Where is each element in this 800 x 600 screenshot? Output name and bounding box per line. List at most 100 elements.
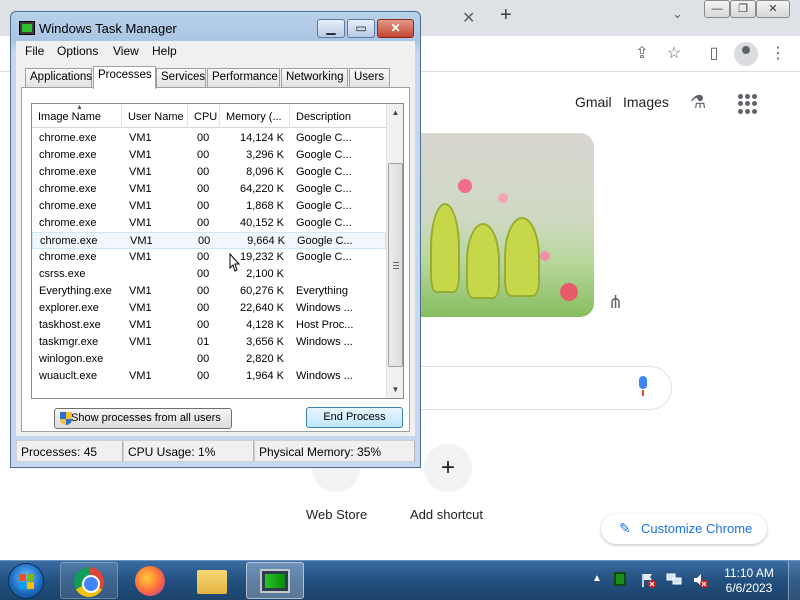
- taskbar-explorer-button[interactable]: [184, 562, 242, 599]
- end-process-button[interactable]: End Process: [306, 407, 403, 428]
- column-header-description[interactable]: Description: [290, 104, 386, 128]
- tab-performance[interactable]: Performance: [207, 68, 280, 87]
- table-row[interactable]: explorer.exe VM1 00 22,640 K Windows ...: [32, 300, 386, 317]
- tray-app-icon[interactable]: [614, 572, 626, 586]
- table-row[interactable]: taskhost.exe VM1 00 4,128 K Host Proc...: [32, 317, 386, 334]
- process-user-cell: VM1: [129, 285, 152, 297]
- network-icon[interactable]: [666, 572, 682, 588]
- process-name-cell: chrome.exe: [39, 217, 97, 229]
- taskbar-firefox-button[interactable]: [122, 562, 180, 599]
- show-all-processes-button[interactable]: Show processes from all users: [54, 408, 232, 429]
- close-button[interactable]: ✕: [377, 19, 414, 38]
- table-row[interactable]: chrome.exe VM1 00 3,296 K Google C...: [32, 147, 386, 164]
- table-row[interactable]: wuauclt.exe VM1 00 1,964 K Windows ...: [32, 368, 386, 385]
- process-list[interactable]: ▲ Image Name User Name CPU Memory (... D…: [31, 103, 404, 399]
- gmail-link[interactable]: Gmail: [575, 94, 612, 110]
- process-user-cell: VM1: [129, 149, 152, 161]
- table-row[interactable]: chrome.exe VM1 00 64,220 K Google C...: [32, 181, 386, 198]
- process-name-cell: Everything.exe: [39, 285, 112, 297]
- google-doodle-image[interactable]: [420, 133, 594, 317]
- menu-view[interactable]: View: [113, 44, 139, 58]
- taskbar-task-manager-button[interactable]: [246, 562, 304, 599]
- table-row[interactable]: csrss.exe 00 2,100 K: [32, 266, 386, 283]
- google-apps-icon[interactable]: [738, 94, 758, 114]
- process-cpu-cell: 00: [197, 319, 210, 331]
- process-memory-cell: 3,296 K: [246, 149, 284, 161]
- process-cpu-cell: 00: [197, 302, 210, 314]
- status-processes: Processes: 45: [16, 440, 123, 462]
- menu-file[interactable]: File: [25, 44, 44, 58]
- menu-options[interactable]: Options: [57, 44, 98, 58]
- process-name-cell: explorer.exe: [39, 302, 99, 314]
- process-memory-cell: 60,276 K: [239, 285, 284, 297]
- scroll-down-icon[interactable]: ▼: [387, 381, 403, 398]
- maximize-button[interactable]: ▭: [347, 19, 375, 38]
- process-user-cell: VM1: [129, 319, 152, 331]
- search-input[interactable]: [420, 366, 672, 410]
- profile-avatar[interactable]: [734, 42, 758, 66]
- table-row[interactable]: chrome.exe VM1 00 1,868 K Google C...: [32, 198, 386, 215]
- menu-help[interactable]: Help: [152, 44, 177, 58]
- table-row[interactable]: Everything.exe VM1 00 60,276 K Everything: [32, 283, 386, 300]
- process-memory-cell: 9,664 K: [247, 235, 285, 247]
- volume-muted-icon[interactable]: [692, 572, 708, 588]
- tab-applications[interactable]: Applications: [25, 68, 92, 87]
- process-name-cell: chrome.exe: [39, 132, 97, 144]
- bookmark-star-icon[interactable]: ☆: [662, 42, 686, 66]
- status-physical-memory: Physical Memory: 35%: [254, 440, 415, 462]
- vertical-scrollbar[interactable]: ▲ ▼: [386, 104, 403, 398]
- table-row[interactable]: chrome.exe VM1 00 14,124 K Google C...: [32, 130, 386, 147]
- images-link[interactable]: Images: [623, 94, 669, 110]
- tab-services[interactable]: Services: [156, 68, 206, 87]
- customize-chrome-button[interactable]: ✎ Customize Chrome: [601, 514, 767, 544]
- show-hidden-icons-arrow[interactable]: ▲: [592, 573, 602, 584]
- process-cpu-cell: 00: [197, 353, 210, 365]
- process-user-cell: VM1: [129, 336, 152, 348]
- scroll-up-icon[interactable]: ▲: [387, 104, 403, 121]
- process-description-cell: Google C...: [296, 149, 352, 161]
- action-center-flag-icon[interactable]: [640, 572, 656, 588]
- table-row[interactable]: taskmgr.exe VM1 01 3,656 K Windows ...: [32, 334, 386, 351]
- process-cpu-cell: 01: [197, 336, 210, 348]
- labs-flask-icon[interactable]: ⚗: [690, 92, 712, 114]
- process-memory-cell: 22,640 K: [239, 302, 284, 314]
- table-row[interactable]: chrome.exe VM1 00 8,096 K Google C...: [32, 164, 386, 181]
- chrome-close-button[interactable]: ✕: [756, 0, 790, 18]
- tab-networking[interactable]: Networking: [281, 68, 348, 87]
- minimize-button[interactable]: ▁: [317, 19, 345, 38]
- chrome-minimize-button[interactable]: —: [704, 0, 730, 18]
- scrollbar-thumb[interactable]: [388, 163, 403, 367]
- doodle-share-icon[interactable]: ⋔: [608, 292, 632, 316]
- column-header-cpu[interactable]: CPU: [188, 104, 220, 128]
- column-header-user-name[interactable]: User Name: [122, 104, 188, 128]
- windows-taskbar: ▲ 11:10 AM 6/6/2023: [0, 560, 800, 600]
- customize-chrome-label: Customize Chrome: [641, 521, 753, 536]
- show-desktop-button[interactable]: [788, 561, 800, 600]
- tab-users[interactable]: Users: [349, 68, 390, 87]
- add-shortcut-plus-icon[interactable]: +: [438, 454, 458, 481]
- web-store-shortcut-label[interactable]: Web Store: [306, 507, 367, 522]
- new-tab-button[interactable]: +: [500, 4, 520, 28]
- share-page-icon[interactable]: ⇪: [630, 42, 654, 66]
- start-button[interactable]: [8, 563, 44, 599]
- chrome-menu-icon[interactable]: ⋮: [766, 42, 790, 66]
- system-clock[interactable]: 11:10 AM 6/6/2023: [716, 566, 782, 596]
- table-row[interactable]: winlogon.exe 00 2,820 K: [32, 351, 386, 368]
- taskbar-chrome-button[interactable]: [60, 562, 118, 599]
- table-row[interactable]: chrome.exe VM1 00 19,232 K Google C...: [32, 249, 386, 266]
- tab-search-chevron-icon[interactable]: ⌄: [672, 6, 692, 26]
- process-name-cell: chrome.exe: [39, 149, 97, 161]
- close-tab-icon[interactable]: ✕: [462, 8, 478, 27]
- tab-processes[interactable]: Processes: [93, 66, 156, 89]
- column-header-image-name[interactable]: ▲ Image Name: [32, 104, 122, 128]
- column-header-memory[interactable]: Memory (...: [220, 104, 290, 128]
- table-row[interactable]: chrome.exe VM1 00 9,664 K Google C...: [32, 232, 386, 249]
- pencil-icon: ✎: [619, 520, 631, 536]
- sort-ascending-icon: ▲: [76, 104, 83, 111]
- voice-search-mic-icon[interactable]: [636, 376, 650, 398]
- side-panel-icon[interactable]: ▯: [702, 42, 726, 66]
- process-user-cell: VM1: [129, 302, 152, 314]
- chrome-restore-button[interactable]: ❐: [730, 0, 756, 18]
- add-shortcut-label[interactable]: Add shortcut: [410, 507, 483, 522]
- table-row[interactable]: chrome.exe VM1 00 40,152 K Google C...: [32, 215, 386, 232]
